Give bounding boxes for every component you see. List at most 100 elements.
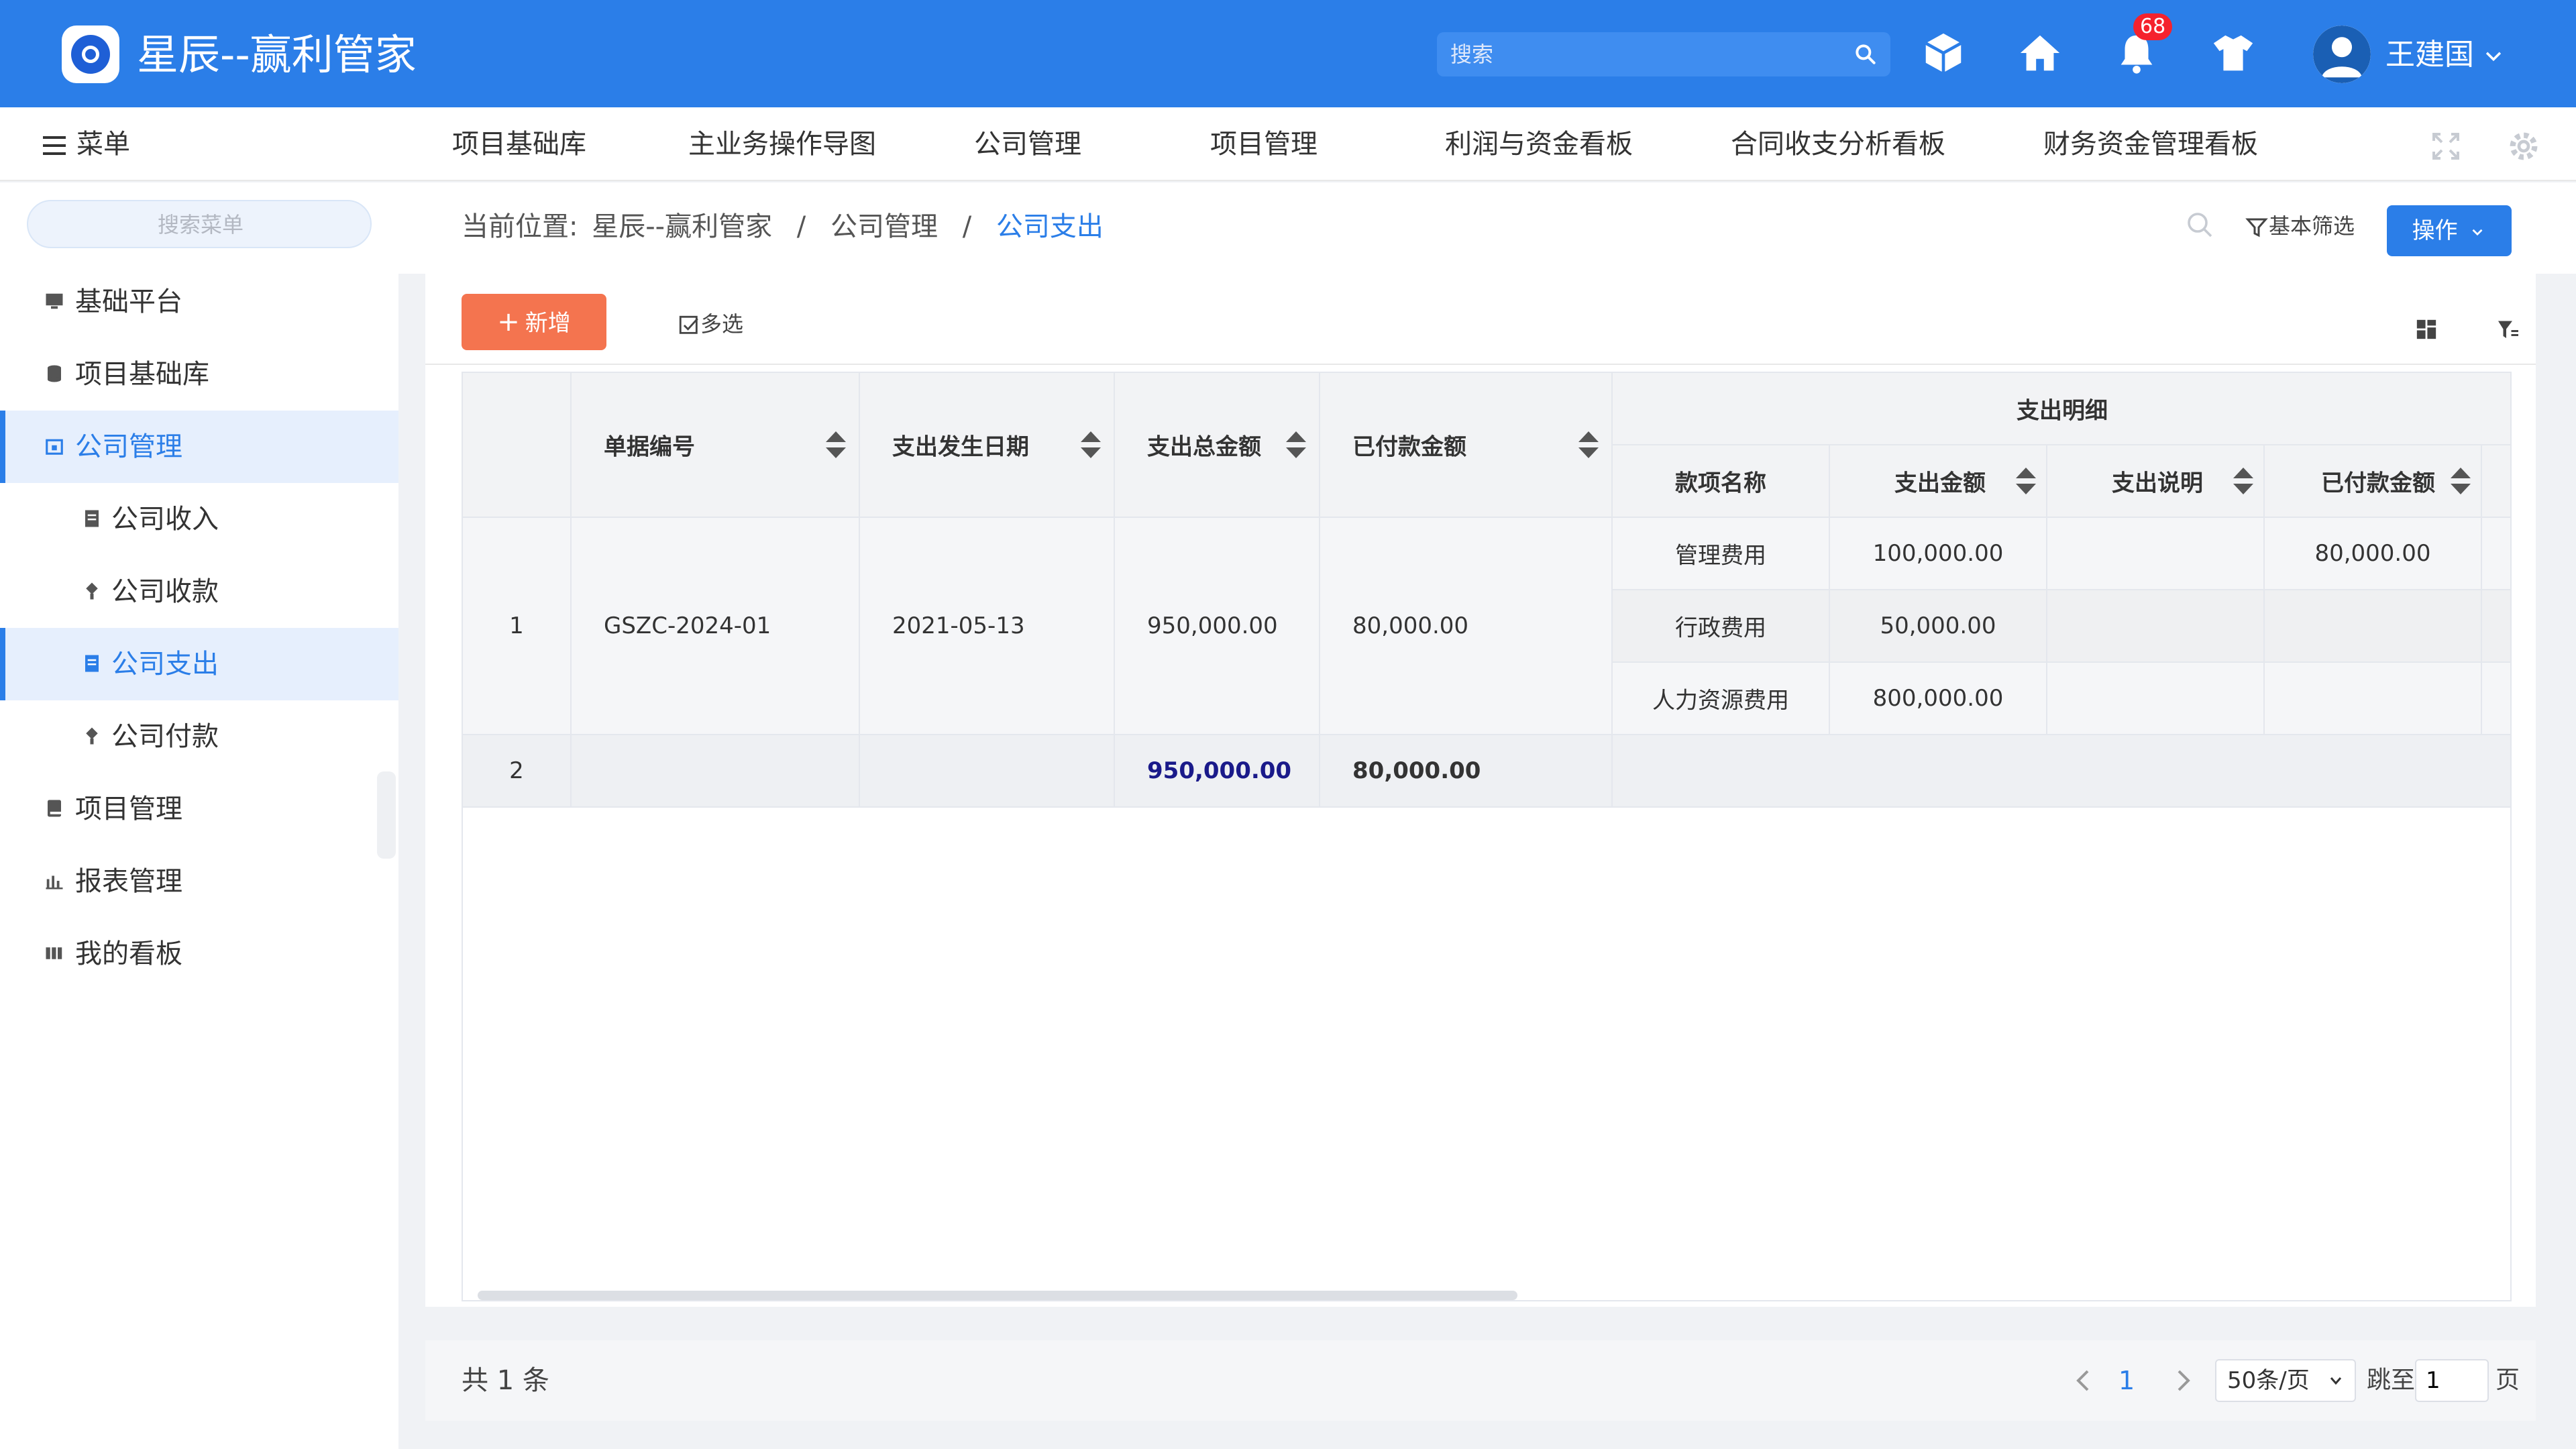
- sidebar-item-label: 基础平台: [75, 286, 182, 317]
- detail-cell-amount: 50,000.00: [1830, 590, 2047, 663]
- add-button-label: 新增: [525, 310, 571, 337]
- header-item-paid[interactable]: 已付款金额: [2265, 445, 2482, 518]
- app-logo-icon: [62, 25, 119, 83]
- column-filter-icon[interactable]: [2496, 318, 2521, 342]
- header-item-name-label: 款项名称: [1675, 470, 1766, 497]
- sidebar-item-company-income[interactable]: 公司收入: [0, 483, 398, 555]
- checkbox-icon: [679, 315, 698, 334]
- header-date[interactable]: 支出发生日期: [860, 373, 1115, 518]
- basic-filter-label: 基本筛选: [2269, 213, 2355, 239]
- sidebar-item-base-platform[interactable]: 基础平台: [0, 266, 398, 338]
- detail-cell-amount: 100,000.00: [1830, 518, 2047, 590]
- detail-cell-name: 管理费用: [1613, 518, 1830, 590]
- add-button[interactable]: + 新增: [462, 294, 606, 350]
- detail-cell-gutter: [2482, 518, 2510, 590]
- page-size-select[interactable]: 50条/页: [2215, 1359, 2356, 1402]
- header-scroll-gutter: [2482, 445, 2510, 518]
- header-search-input[interactable]: [1437, 32, 1866, 76]
- search-icon[interactable]: [2184, 209, 2216, 241]
- cube-icon[interactable]: [1920, 30, 1967, 76]
- header-doc-no[interactable]: 单据编号: [572, 373, 860, 518]
- document-icon: [85, 510, 99, 527]
- chevron-down-icon[interactable]: [2482, 44, 2505, 67]
- sort-icon[interactable]: [2449, 468, 2473, 494]
- sort-icon[interactable]: [1284, 431, 1308, 458]
- sidebar-item-project-library[interactable]: 项目基础库: [0, 338, 398, 411]
- sidebar-item-project-management[interactable]: 项目管理: [0, 773, 398, 845]
- nav-item-profit-board[interactable]: 利润与资金看板: [1445, 124, 1633, 164]
- operate-button[interactable]: 操作: [2387, 205, 2512, 256]
- sort-icon[interactable]: [2231, 468, 2255, 494]
- summary-cell-empty: [572, 735, 860, 808]
- menu-toggle[interactable]: 菜单: [43, 127, 130, 161]
- header-detail-group: 支出明细: [1613, 373, 2510, 445]
- sidebar-search-input[interactable]: [28, 201, 373, 248]
- breadcrumb-item-home[interactable]: 星辰--赢利管家: [592, 211, 772, 242]
- table-cell-paid: 80,000.00: [1320, 518, 1613, 735]
- home-icon[interactable]: [2017, 30, 2063, 76]
- sidebar-search: [27, 200, 373, 248]
- horizontal-scrollbar[interactable]: [478, 1291, 1517, 1300]
- sidebar-item-company-receipt[interactable]: 公司收款: [0, 555, 398, 628]
- breadcrumb-prefix: 当前位置:: [462, 211, 578, 242]
- sidebar-item-report-management[interactable]: 报表管理: [0, 845, 398, 918]
- detail-amount-value: 50,000.00: [1880, 612, 1996, 639]
- header-amount[interactable]: 支出金额: [1830, 445, 2047, 518]
- plus-icon: +: [497, 307, 520, 337]
- detail-cell-amount: 800,000.00: [1830, 663, 2047, 735]
- fullscreen-icon[interactable]: [2430, 130, 2462, 162]
- basic-filter-button[interactable]: 基本筛选: [2245, 209, 2355, 243]
- gem-icon: [86, 727, 98, 745]
- sidebar-item-label: 我的看板: [75, 938, 182, 969]
- summary-cell-detail: [1613, 735, 2510, 808]
- breadcrumb-item-current: 公司支出: [996, 211, 1104, 242]
- sidebar-item-company-expense[interactable]: 公司支出: [0, 628, 398, 700]
- sort-icon[interactable]: [1079, 431, 1103, 458]
- gear-icon[interactable]: [2505, 127, 2542, 165]
- summary-cell-total: 950,000.00: [1115, 735, 1320, 808]
- header-total[interactable]: 支出总金额: [1115, 373, 1320, 518]
- table-cell-doc-no[interactable]: GSZC-2024-01: [572, 518, 860, 735]
- detail-cell-gutter: [2482, 590, 2510, 663]
- cell-date-value: 2021-05-13: [892, 612, 1025, 639]
- avatar[interactable]: [2313, 25, 2371, 83]
- sidebar-item-label: 报表管理: [75, 866, 182, 897]
- page-number-current[interactable]: 1: [2118, 1362, 2135, 1399]
- chevron-right-icon[interactable]: [2167, 1364, 2199, 1397]
- search-icon[interactable]: [1853, 42, 1878, 67]
- nav-item-contract-board[interactable]: 合同收支分析看板: [1731, 124, 1945, 164]
- shirt-icon[interactable]: [2210, 30, 2257, 76]
- document-icon: [85, 655, 99, 672]
- notification-badge: 68: [2133, 13, 2173, 40]
- nav-item-main-flow[interactable]: 主业务操作导图: [688, 124, 876, 164]
- database-icon: [48, 365, 61, 382]
- nav-item-project-management[interactable]: 项目管理: [1210, 124, 1318, 164]
- header-paid-label: 已付款金额: [1352, 433, 1466, 461]
- goto-page-input[interactable]: [2415, 1359, 2489, 1402]
- sort-icon[interactable]: [1576, 431, 1601, 458]
- header-detail-group-label: 支出明细: [2017, 397, 2108, 425]
- username[interactable]: 王建国: [2385, 34, 2474, 76]
- detail-cell-desc: [2047, 663, 2265, 735]
- chevron-left-icon[interactable]: [2068, 1364, 2100, 1397]
- header-desc[interactable]: 支出说明: [2047, 445, 2265, 518]
- menu-toggle-label: 菜单: [76, 129, 130, 160]
- header-paid[interactable]: 已付款金额: [1320, 373, 1613, 518]
- nav-item-finance-board[interactable]: 财务资金管理看板: [2043, 124, 2258, 164]
- sidebar-item-my-board[interactable]: 我的看板: [0, 918, 398, 990]
- detail-cell-paid: 80,000.00: [2265, 518, 2482, 590]
- layout-grid-icon[interactable]: [2415, 318, 2438, 341]
- nav-item-project-library[interactable]: 项目基础库: [452, 124, 586, 164]
- summary-paid-value: 80,000.00: [1352, 757, 1481, 784]
- breadcrumb-item-company-management[interactable]: 公司管理: [830, 211, 938, 242]
- sidebar-item-company-payment[interactable]: 公司付款: [0, 700, 398, 773]
- sidebar-item-label: 项目管理: [75, 794, 182, 824]
- nav-item-company-management[interactable]: 公司管理: [974, 124, 1081, 164]
- detail-cell-desc: [2047, 590, 2265, 663]
- sidebar-item-label: 公司支出: [111, 649, 219, 680]
- sidebar-collapse-handle[interactable]: [377, 771, 396, 859]
- multi-select-button[interactable]: 多选: [678, 307, 743, 341]
- sort-icon[interactable]: [2014, 468, 2038, 494]
- sort-icon[interactable]: [824, 431, 848, 458]
- sidebar-item-company-management[interactable]: 公司管理: [0, 411, 398, 483]
